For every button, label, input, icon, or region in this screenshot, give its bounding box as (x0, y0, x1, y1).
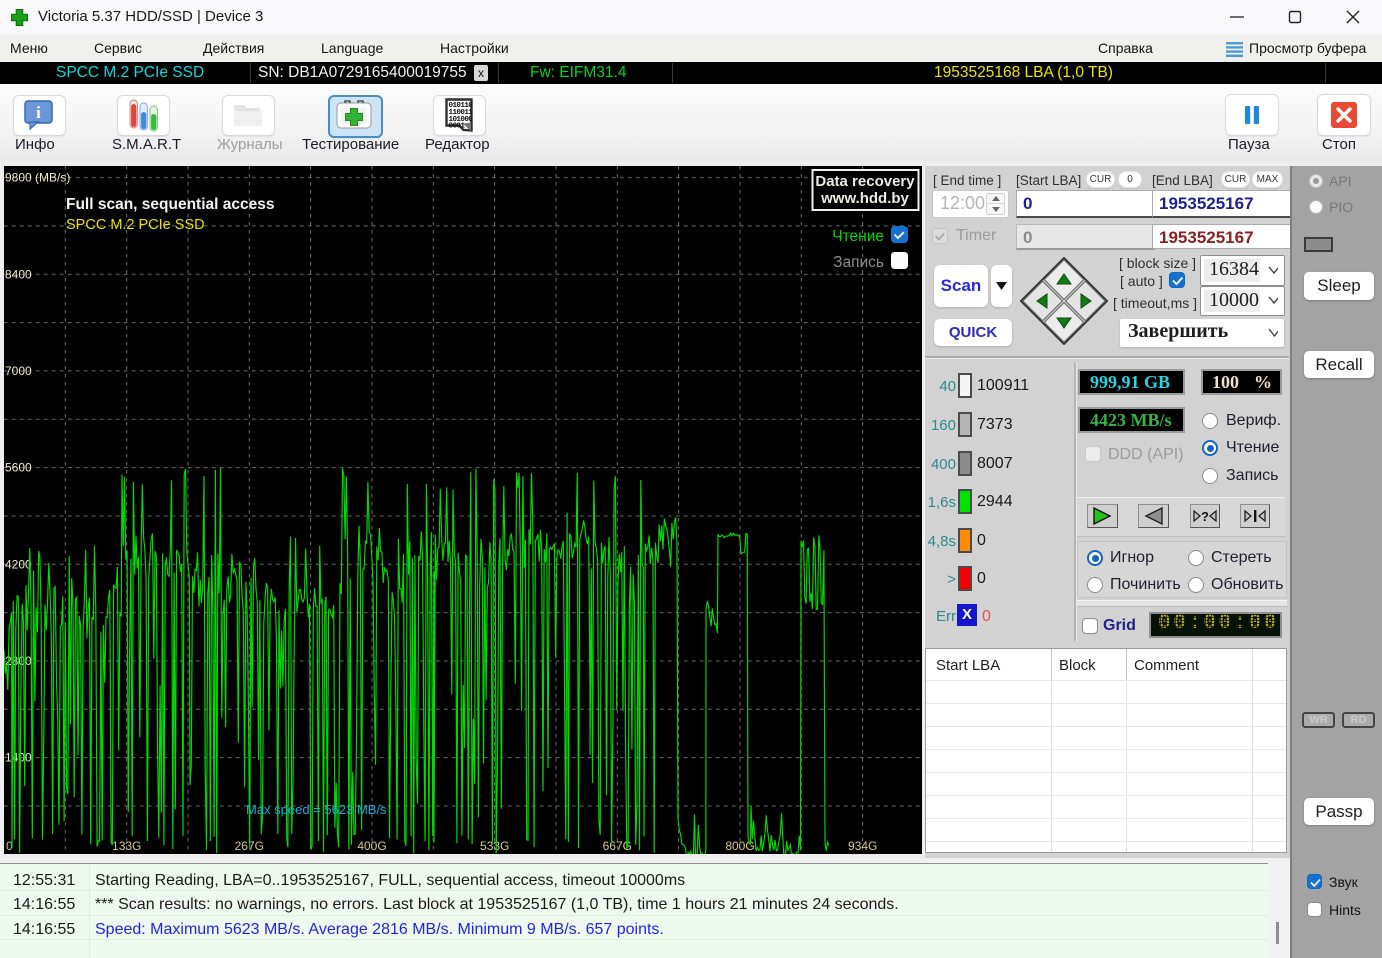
svg-text:133G: 133G (112, 839, 141, 853)
svg-text:934G: 934G (848, 839, 877, 853)
svg-text:400G: 400G (357, 839, 386, 853)
svg-text:?: ? (1201, 509, 1209, 524)
svg-text:i: i (36, 103, 41, 122)
svg-text:7000: 7000 (5, 364, 32, 378)
svg-text:SPCC M.2 PCIe SSD: SPCC M.2 PCIe SSD (66, 217, 205, 233)
svg-text:Запись: Запись (833, 254, 884, 271)
svg-text:Data recovery: Data recovery (815, 173, 915, 190)
svg-text:1400: 1400 (5, 751, 32, 765)
svg-text:8400: 8400 (5, 267, 32, 281)
svg-text:0001: 0001 (449, 123, 466, 131)
svg-text:9800 (MB/s): 9800 (MB/s) (5, 171, 70, 185)
svg-text:533G: 533G (480, 839, 509, 853)
svg-text:Чтение: Чтение (832, 228, 884, 245)
svg-text:www.hdd.by: www.hdd.by (820, 190, 909, 207)
svg-text:4200: 4200 (5, 557, 32, 571)
svg-text:Full scan, sequential access: Full scan, sequential access (66, 196, 275, 213)
svg-text:Max speed = 5623 MB/s: Max speed = 5623 MB/s (246, 802, 387, 817)
svg-text:5600: 5600 (5, 461, 32, 475)
